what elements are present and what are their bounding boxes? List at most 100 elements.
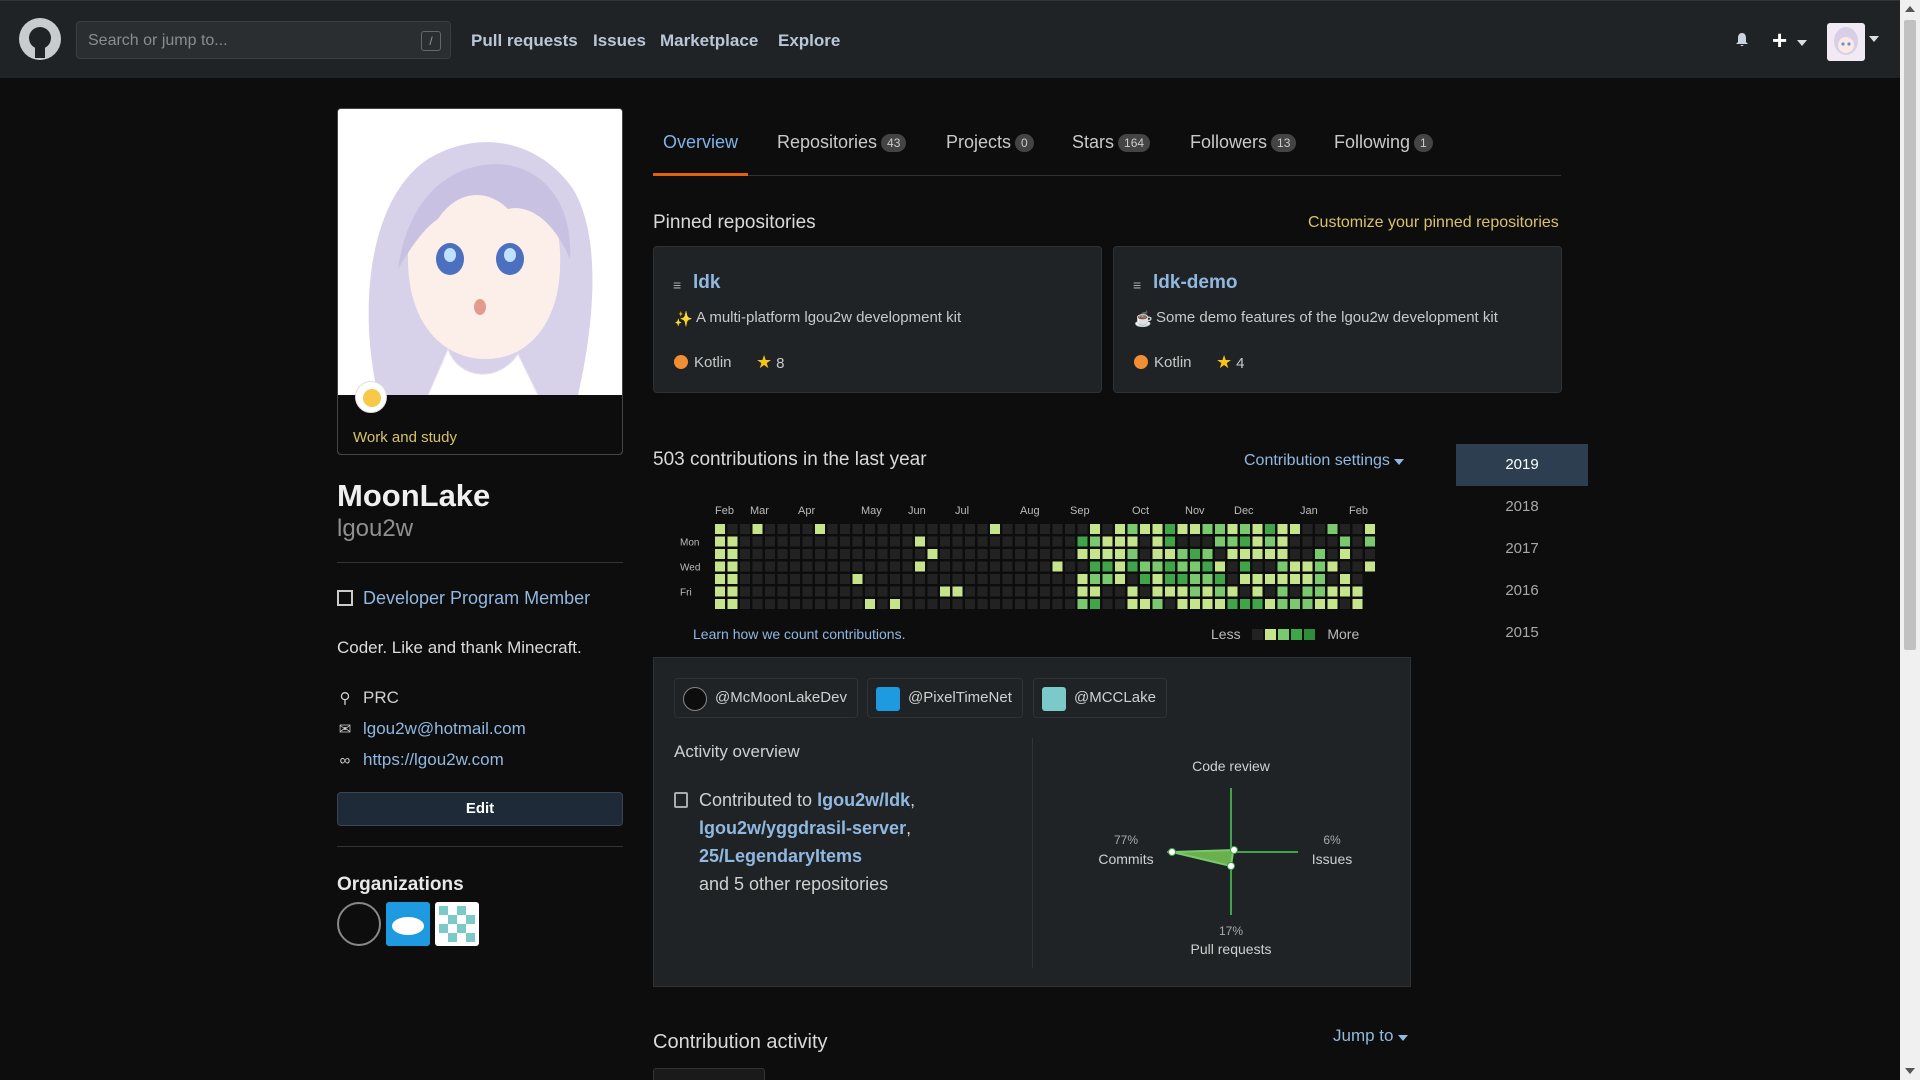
calendar-day-cell[interactable] — [1115, 561, 1125, 572]
calendar-day-cell[interactable] — [1015, 586, 1025, 597]
calendar-day-cell[interactable] — [1315, 549, 1325, 559]
email-item[interactable]: ✉ lgou2w@hotmail.com — [337, 719, 526, 739]
calendar-day-cell[interactable] — [1227, 561, 1238, 572]
org-filter-chip[interactable]: @MCCLake — [1033, 678, 1167, 718]
calendar-day-cell[interactable] — [1352, 586, 1363, 597]
calendar-day-cell[interactable] — [1290, 599, 1300, 609]
calendar-day-cell[interactable] — [777, 574, 788, 584]
calendar-day-cell[interactable] — [977, 524, 988, 534]
calendar-day-cell[interactable] — [1302, 586, 1313, 597]
calendar-day-cell[interactable] — [940, 586, 950, 597]
calendar-day-cell[interactable] — [1152, 536, 1163, 547]
calendar-day-cell[interactable] — [815, 586, 825, 597]
calendar-day-cell[interactable] — [1077, 549, 1088, 559]
calendar-day-cell[interactable] — [902, 586, 913, 597]
calendar-day-cell[interactable] — [1240, 536, 1250, 547]
profile-avatar-card[interactable]: Work and study — [337, 108, 623, 455]
calendar-day-cell[interactable] — [927, 599, 938, 609]
website-item[interactable]: ∞ https://lgou2w.com — [337, 750, 504, 770]
calendar-day-cell[interactable] — [1277, 599, 1288, 609]
contributed-repo-link[interactable]: lgou2w/yggdrasil-server — [699, 818, 906, 838]
calendar-day-cell[interactable] — [815, 549, 825, 559]
calendar-day-cell[interactable] — [1052, 574, 1063, 584]
calendar-day-cell[interactable] — [790, 586, 800, 597]
calendar-day-cell[interactable] — [1277, 536, 1288, 547]
calendar-day-cell[interactable] — [1365, 549, 1375, 559]
calendar-day-cell[interactable] — [1102, 536, 1113, 547]
calendar-day-cell[interactable] — [902, 524, 913, 534]
calendar-day-cell[interactable] — [1152, 549, 1163, 559]
calendar-day-cell[interactable] — [1015, 561, 1025, 572]
calendar-day-cell[interactable] — [890, 586, 900, 597]
calendar-day-cell[interactable] — [727, 561, 738, 572]
calendar-day-cell[interactable] — [1265, 536, 1275, 547]
calendar-day-cell[interactable] — [1090, 574, 1100, 584]
calendar-day-cell[interactable] — [1002, 524, 1013, 534]
calendar-day-cell[interactable] — [965, 524, 975, 534]
calendar-day-cell[interactable] — [965, 549, 975, 559]
calendar-day-cell[interactable] — [915, 536, 925, 547]
calendar-day-cell[interactable] — [802, 586, 813, 597]
calendar-day-cell[interactable] — [1115, 536, 1125, 547]
calendar-day-cell[interactable] — [1102, 561, 1113, 572]
calendar-day-cell[interactable] — [1227, 549, 1238, 559]
calendar-day-cell[interactable] — [1040, 536, 1050, 547]
calendar-day-cell[interactable] — [990, 586, 1000, 597]
calendar-day-cell[interactable] — [1140, 536, 1150, 547]
calendar-day-cell[interactable] — [1065, 549, 1075, 559]
calendar-day-cell[interactable] — [1215, 549, 1225, 559]
calendar-day-cell[interactable] — [1252, 549, 1263, 559]
tab-projects[interactable]: Projects 0 — [946, 132, 1034, 153]
calendar-day-cell[interactable] — [802, 536, 813, 547]
calendar-day-cell[interactable] — [1177, 586, 1188, 597]
calendar-day-cell[interactable] — [990, 549, 1000, 559]
email-link[interactable]: lgou2w@hotmail.com — [363, 719, 526, 738]
calendar-day-cell[interactable] — [752, 599, 763, 609]
calendar-day-cell[interactable] — [902, 549, 913, 559]
calendar-day-cell[interactable] — [1340, 561, 1350, 572]
calendar-day-cell[interactable] — [1165, 536, 1175, 547]
contributed-repo-link[interactable]: lgou2w/ldk — [817, 790, 910, 810]
calendar-day-cell[interactable] — [890, 561, 900, 572]
calendar-day-cell[interactable] — [1352, 561, 1363, 572]
calendar-day-cell[interactable] — [1165, 586, 1175, 597]
calendar-day-cell[interactable] — [1327, 549, 1338, 559]
calendar-day-cell[interactable] — [1077, 586, 1088, 597]
calendar-day-cell[interactable] — [790, 536, 800, 547]
calendar-day-cell[interactable] — [765, 561, 775, 572]
calendar-day-cell[interactable] — [1290, 524, 1300, 534]
calendar-day-cell[interactable] — [1340, 586, 1350, 597]
calendar-day-cell[interactable] — [777, 599, 788, 609]
calendar-day-cell[interactable] — [815, 599, 825, 609]
calendar-day-cell[interactable] — [727, 574, 738, 584]
calendar-day-cell[interactable] — [1127, 599, 1138, 609]
calendar-day-cell[interactable] — [1227, 536, 1238, 547]
calendar-day-cell[interactable] — [865, 586, 875, 597]
calendar-day-cell[interactable] — [1102, 599, 1113, 609]
calendar-day-cell[interactable] — [727, 599, 738, 609]
calendar-day-cell[interactable] — [1240, 561, 1250, 572]
calendar-day-cell[interactable] — [1090, 586, 1100, 597]
calendar-day-cell[interactable] — [790, 561, 800, 572]
calendar-day-cell[interactable] — [740, 536, 750, 547]
calendar-day-cell[interactable] — [802, 549, 813, 559]
calendar-day-cell[interactable] — [952, 599, 963, 609]
calendar-day-cell[interactable] — [1165, 599, 1175, 609]
calendar-day-cell[interactable] — [1290, 549, 1300, 559]
calendar-day-cell[interactable] — [727, 549, 738, 559]
calendar-day-cell[interactable] — [1127, 536, 1138, 547]
calendar-day-cell[interactable] — [1127, 574, 1138, 584]
customize-pinned-link[interactable]: Customize your pinned repositories — [1308, 214, 1559, 232]
edit-profile-button[interactable]: Edit — [337, 792, 623, 826]
calendar-day-cell[interactable] — [1315, 574, 1325, 584]
calendar-day-cell[interactable] — [1077, 599, 1088, 609]
create-new-plus-icon[interactable]: + — [1772, 27, 1787, 53]
calendar-day-cell[interactable] — [840, 536, 850, 547]
nav-explore[interactable]: Explore — [778, 31, 840, 51]
calendar-day-cell[interactable] — [1240, 524, 1250, 534]
calendar-day-cell[interactable] — [1065, 574, 1075, 584]
calendar-day-cell[interactable] — [1015, 524, 1025, 534]
calendar-day-cell[interactable] — [802, 524, 813, 534]
calendar-day-cell[interactable] — [752, 536, 763, 547]
calendar-day-cell[interactable] — [802, 599, 813, 609]
